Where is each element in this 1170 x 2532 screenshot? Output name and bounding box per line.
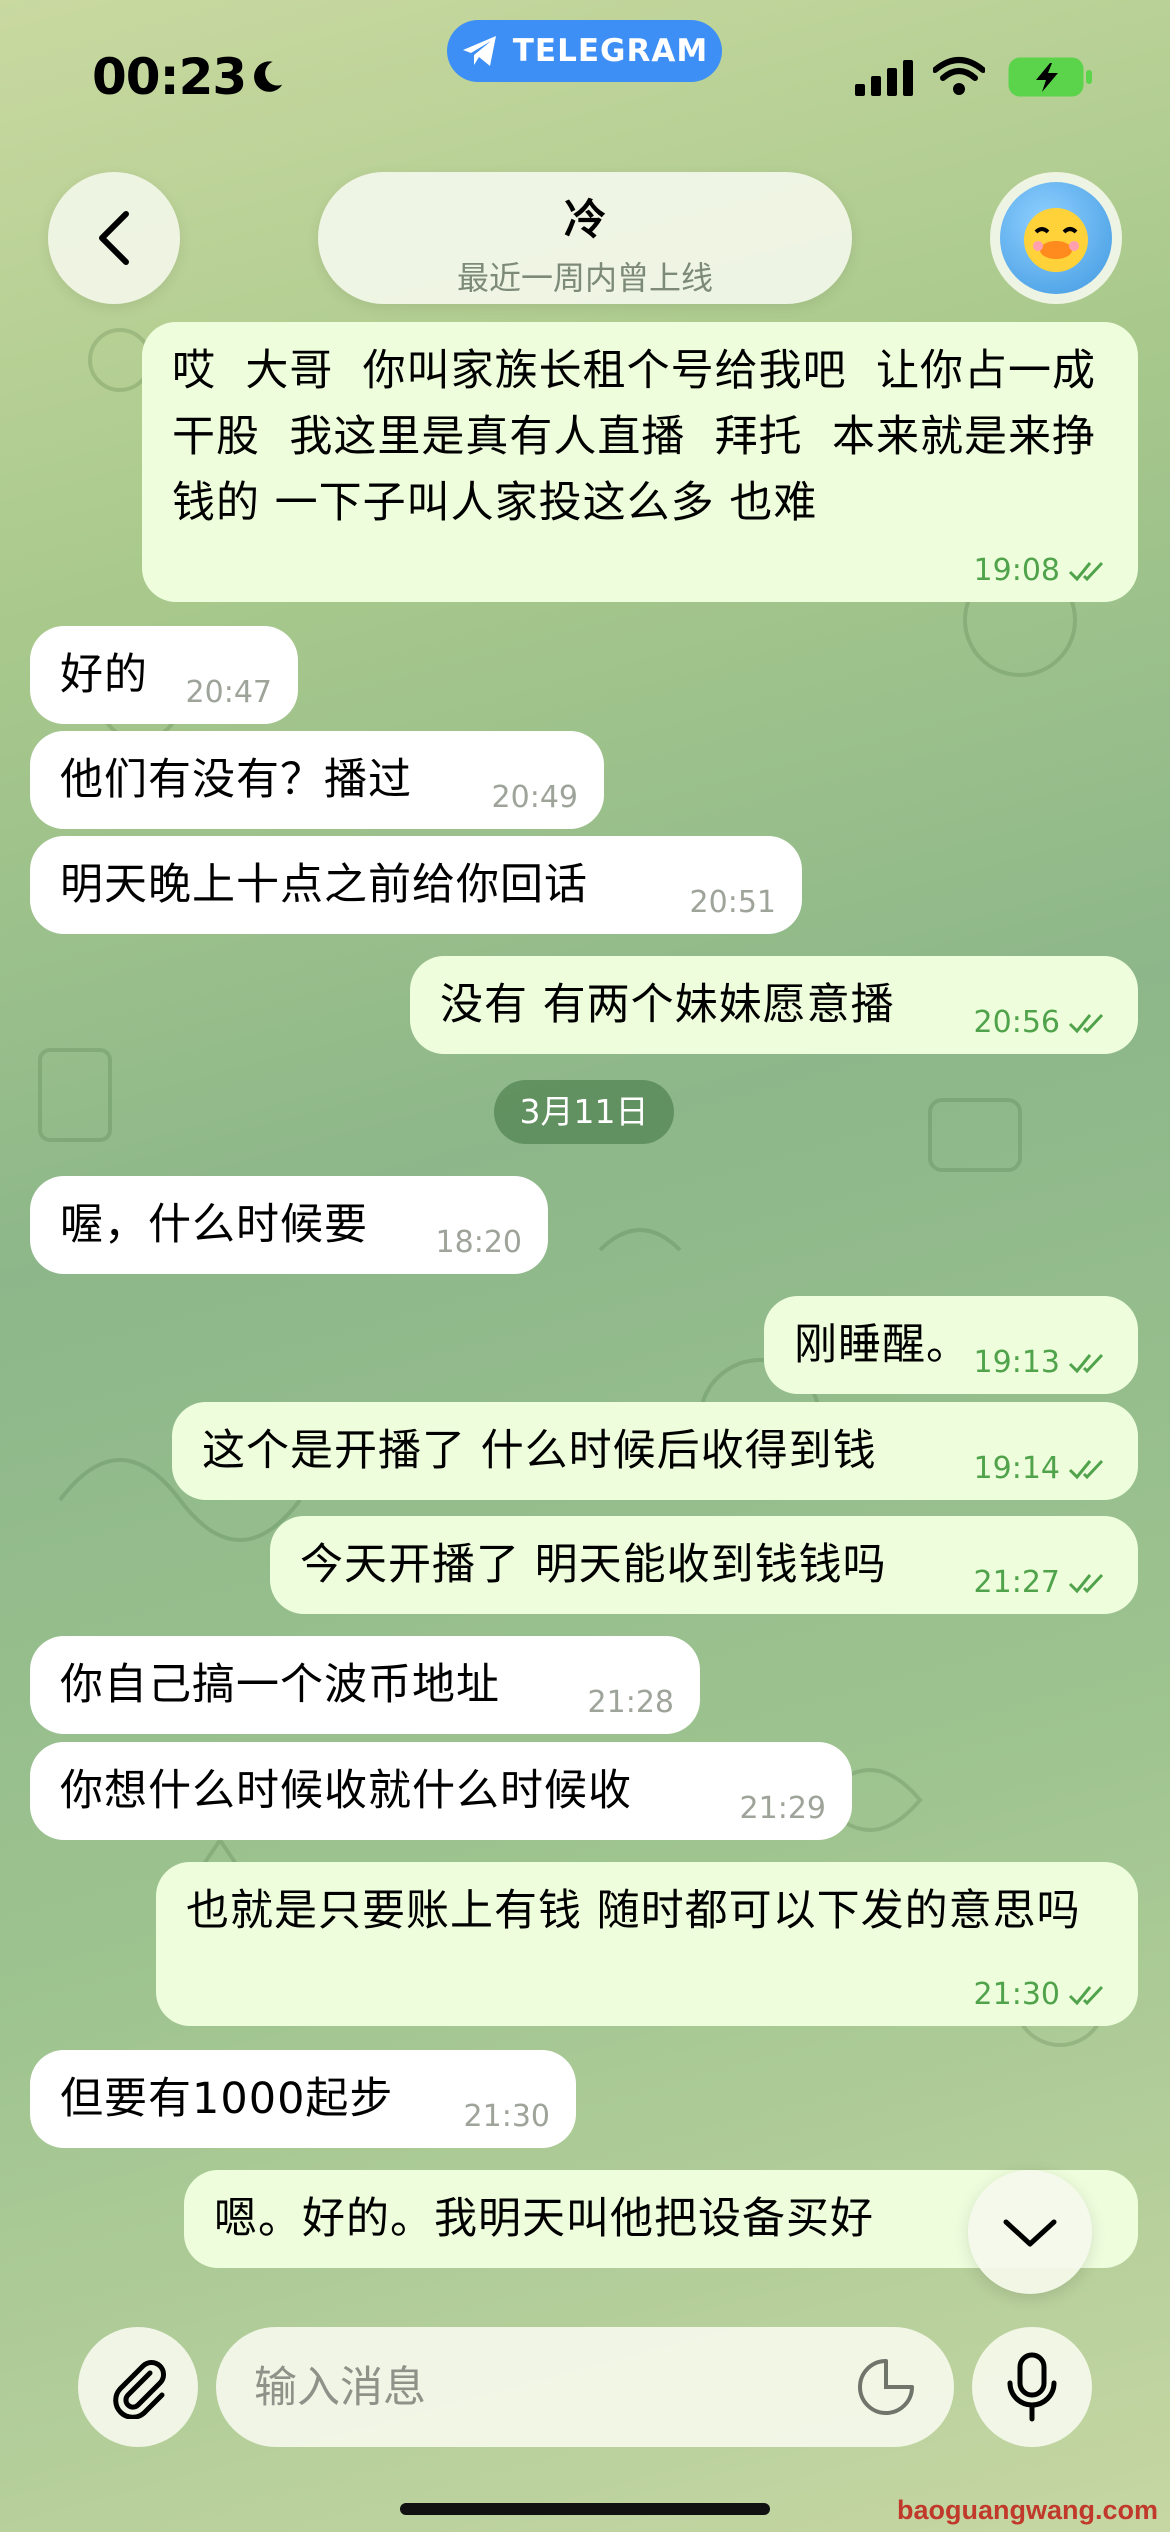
double-check-icon <box>1068 561 1104 582</box>
message-text: 明天晚上十点之前给你回话 <box>60 860 588 910</box>
signal-icon <box>855 60 913 96</box>
message-text: 也就是只要账上有钱 随时都可以下发的意思吗 <box>186 1886 1081 1936</box>
telegram-icon <box>462 36 496 66</box>
message-text: 这个是开播了 什么时候后收得到钱 <box>202 1426 877 1476</box>
message-bubble-incoming[interactable]: 好的 20:47 <box>30 626 298 724</box>
duck-face-icon <box>1024 208 1088 272</box>
chat-last-seen: 最近一周内曾上线 <box>456 259 713 297</box>
attach-button[interactable] <box>78 2327 198 2447</box>
message-text: 你想什么时候收就什么时候收 <box>60 1766 632 1816</box>
message-text: 哎 大哥 你叫家族长租个号给我吧 让你占一成干股 我这里是真有人直播 拜托 本来… <box>172 346 1097 528</box>
chevron-down-icon <box>1003 2219 1057 2247</box>
message-meta: 20:56 <box>974 1008 1112 1038</box>
message-time: 21:29 <box>739 1791 826 1826</box>
chat-title: 冷 <box>563 195 606 244</box>
wifi-icon <box>933 57 985 95</box>
message-time: 19:08 <box>973 553 1060 588</box>
message-meta: 20:47 <box>186 678 272 708</box>
message-bubble-incoming[interactable]: 他们有没有？播过 20:49 <box>30 731 604 829</box>
message-meta: 21:29 <box>740 1794 826 1824</box>
double-check-icon <box>1068 1573 1104 1594</box>
message-bubble-incoming[interactable]: 你自己搞一个波币地址 21:28 <box>30 1636 700 1734</box>
message-bubble-incoming[interactable]: 你想什么时候收就什么时候收 21:29 <box>30 1742 852 1840</box>
sticker-icon[interactable] <box>856 2357 916 2417</box>
telegram-badge[interactable]: TELEGRAM <box>447 20 722 82</box>
message-meta: 19:08 <box>974 556 1112 586</box>
message-bubble-outgoing[interactable]: 刚睡醒。 19:13 <box>764 1296 1138 1394</box>
double-check-icon <box>1068 1459 1104 1480</box>
message-time: 21:28 <box>587 1685 674 1720</box>
chevron-left-icon <box>99 211 129 265</box>
double-check-icon <box>1068 1985 1104 2006</box>
microphone-button[interactable] <box>972 2327 1092 2447</box>
message-meta: 21:30 <box>974 1980 1112 2010</box>
microphone-icon <box>1007 2352 1057 2422</box>
message-time: 18:20 <box>435 1225 522 1260</box>
message-bubble-outgoing[interactable]: 这个是开播了 什么时候后收得到钱 19:14 <box>172 1402 1138 1500</box>
double-check-icon <box>1068 1353 1104 1374</box>
message-bubble-outgoing[interactable]: 哎 大哥 你叫家族长租个号给我吧 让你占一成干股 我这里是真有人直播 拜托 本来… <box>142 322 1138 602</box>
telegram-badge-label: TELEGRAM <box>512 33 709 69</box>
message-meta: 21:27 <box>974 1568 1112 1598</box>
home-indicator <box>400 2503 770 2515</box>
date-divider: 3月11日 <box>494 1080 674 1144</box>
chat-header[interactable]: 冷 最近一周内曾上线 <box>318 172 852 304</box>
message-meta: 19:13 <box>974 1348 1112 1378</box>
message-time: 19:13 <box>973 1345 1060 1380</box>
message-time: 21:27 <box>973 1565 1060 1600</box>
moon-icon <box>254 61 283 92</box>
message-bubble-outgoing[interactable]: 也就是只要账上有钱 随时都可以下发的意思吗 21:30 <box>156 1862 1138 2026</box>
message-time: 20:49 <box>491 780 578 815</box>
avatar-button[interactable] <box>990 172 1122 304</box>
message-time: 20:51 <box>689 885 776 920</box>
message-bubble-incoming[interactable]: 明天晚上十点之前给你回话 20:51 <box>30 836 802 934</box>
message-meta: 21:30 <box>464 2102 550 2132</box>
message-bubble-incoming[interactable]: 喔，什么时候要 18:20 <box>30 1176 548 1274</box>
message-time: 21:30 <box>973 1977 1060 2012</box>
message-time: 20:47 <box>185 675 272 710</box>
message-meta: 19:14 <box>974 1454 1112 1484</box>
double-check-icon <box>1068 1013 1104 1034</box>
message-meta: 20:49 <box>492 783 578 813</box>
message-bubble-outgoing[interactable]: 没有 有两个妹妹愿意播 20:56 <box>410 956 1138 1054</box>
back-button[interactable] <box>48 172 180 304</box>
message-bubble-outgoing[interactable]: 今天开播了 明天能收到钱钱吗 21:27 <box>270 1516 1138 1614</box>
status-time: 00:23 <box>92 48 247 106</box>
message-meta: 21:28 <box>588 1688 674 1718</box>
paperclip-icon <box>113 2360 166 2419</box>
battery-icon <box>1008 57 1092 97</box>
scroll-down-button[interactable] <box>968 2170 1092 2294</box>
watermark: baoguangwang.com <box>896 2495 1158 2525</box>
message-bubble-incoming[interactable]: 但要有1000起步 21:30 <box>30 2050 576 2148</box>
message-meta: 18:20 <box>436 1228 522 1258</box>
message-input[interactable] <box>252 2327 816 2449</box>
message-text: 你自己搞一个波币地址 <box>60 1660 500 1710</box>
message-meta: 20:51 <box>690 888 776 918</box>
message-input-container[interactable] <box>216 2327 954 2449</box>
message-time: 19:14 <box>973 1451 1060 1486</box>
avatar <box>1000 182 1112 294</box>
message-time: 21:30 <box>463 2099 550 2134</box>
message-time: 20:56 <box>973 1005 1060 1040</box>
